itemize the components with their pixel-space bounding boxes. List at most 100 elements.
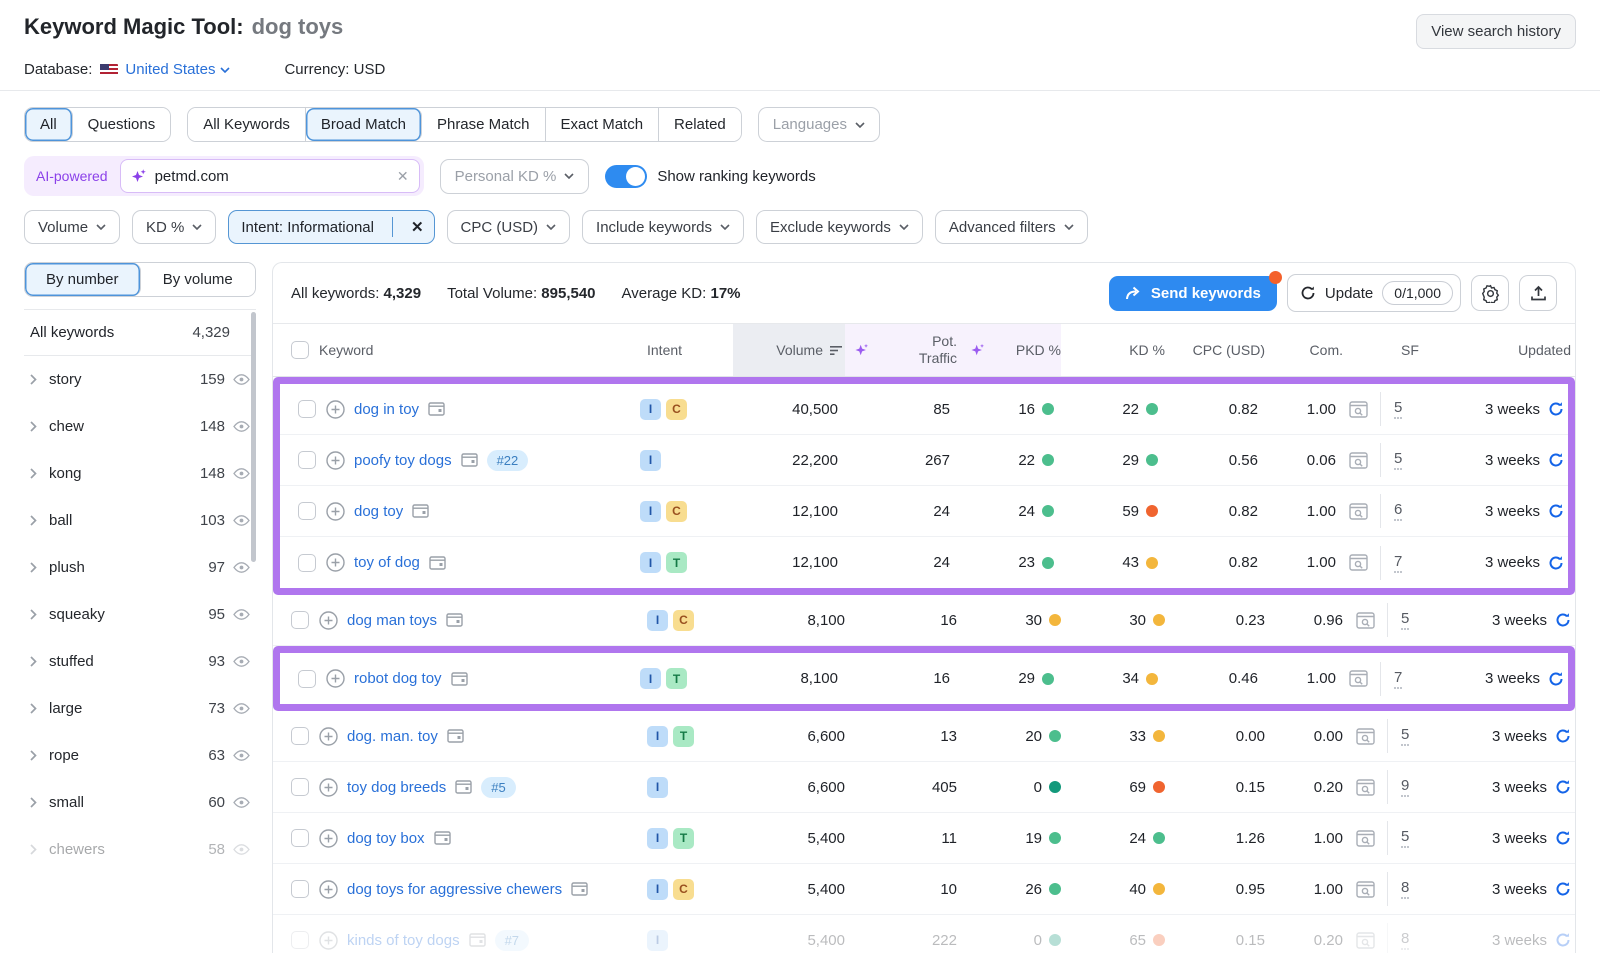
column-keyword[interactable]: Keyword — [319, 324, 647, 376]
sidebar-group-story[interactable]: story159 — [24, 356, 256, 403]
filter-kd[interactable]: KD % — [132, 210, 216, 244]
column-intent[interactable]: Intent — [647, 324, 733, 376]
remove-filter-icon[interactable]: ✕ — [401, 218, 434, 236]
sidebar-group-ball[interactable]: ball103 — [24, 497, 256, 544]
add-keyword-icon[interactable] — [326, 400, 345, 419]
select-all-checkbox[interactable] — [291, 341, 309, 359]
sidebar-group-kong[interactable]: kong148 — [24, 450, 256, 497]
row-checkbox[interactable] — [291, 829, 309, 847]
column-pot-traffic[interactable]: Pot. Traffic — [845, 324, 957, 376]
serp-preview-icon[interactable] — [1349, 401, 1368, 418]
keyword-overview-icon[interactable] — [412, 504, 429, 518]
filter-include-keywords[interactable]: Include keywords — [582, 210, 744, 244]
sf-count-link[interactable]: 5 — [1401, 828, 1409, 848]
sidebar-group-plush[interactable]: plush97 — [24, 544, 256, 591]
eye-icon[interactable] — [233, 797, 250, 808]
eye-icon[interactable] — [233, 562, 250, 573]
sf-count-link[interactable]: 6 — [1394, 501, 1402, 521]
export-button[interactable] — [1519, 275, 1557, 311]
add-keyword-icon[interactable] — [319, 880, 338, 899]
keyword-link[interactable]: dog in toy — [354, 401, 419, 418]
keyword-overview-icon[interactable] — [461, 453, 478, 467]
languages-dropdown[interactable]: Languages — [758, 107, 880, 142]
refresh-metrics-icon[interactable] — [1555, 830, 1571, 846]
keyword-link[interactable]: toy dog breeds — [347, 779, 446, 796]
row-checkbox[interactable] — [298, 451, 316, 469]
sf-count-link[interactable]: 5 — [1394, 399, 1402, 419]
refresh-metrics-icon[interactable] — [1548, 503, 1564, 519]
sidebar-group-small[interactable]: small60 — [24, 779, 256, 826]
refresh-metrics-icon[interactable] — [1555, 779, 1571, 795]
keyword-link[interactable]: dog. man. toy — [347, 728, 438, 745]
eye-icon[interactable] — [233, 374, 250, 385]
row-checkbox[interactable] — [291, 880, 309, 898]
sidebar-scrollbar-thumb[interactable] — [251, 312, 256, 562]
sf-count-link[interactable]: 7 — [1394, 553, 1402, 573]
tab-questions[interactable]: Questions — [73, 108, 171, 141]
keyword-overview-icon[interactable] — [429, 556, 446, 570]
view-search-history-button[interactable]: View search history — [1416, 14, 1576, 49]
all-keywords-group[interactable]: All keywords 4,329 — [24, 310, 256, 356]
sf-count-link[interactable]: 8 — [1401, 930, 1409, 950]
keyword-link[interactable]: kinds of toy dogs — [347, 932, 460, 949]
sidebar-tab-by-volume[interactable]: By volume — [141, 263, 256, 296]
row-checkbox[interactable] — [291, 727, 309, 745]
add-keyword-icon[interactable] — [326, 502, 345, 521]
sidebar-tab-by-number[interactable]: By number — [25, 263, 141, 296]
domain-input[interactable]: petmd.com ✕ — [120, 159, 420, 193]
add-keyword-icon[interactable] — [326, 451, 345, 470]
refresh-metrics-icon[interactable] — [1555, 612, 1571, 628]
sidebar-group-chew[interactable]: chew148 — [24, 403, 256, 450]
add-keyword-icon[interactable] — [319, 829, 338, 848]
serp-preview-icon[interactable] — [1356, 728, 1375, 745]
keyword-overview-icon[interactable] — [571, 882, 588, 896]
filter-advanced-filters[interactable]: Advanced filters — [935, 210, 1088, 244]
row-checkbox[interactable] — [291, 611, 309, 629]
clear-input-icon[interactable]: ✕ — [397, 168, 409, 185]
show-ranking-keywords-toggle[interactable] — [605, 165, 647, 188]
serp-preview-icon[interactable] — [1356, 881, 1375, 898]
serp-preview-icon[interactable] — [1356, 612, 1375, 629]
sf-count-link[interactable]: 5 — [1394, 450, 1402, 470]
column-cpc[interactable]: CPC (USD) — [1165, 324, 1265, 376]
column-volume[interactable]: Volume — [733, 324, 845, 376]
keyword-link[interactable]: dog toys for aggressive chewers — [347, 881, 562, 898]
tab-phrase-match[interactable]: Phrase Match — [422, 108, 546, 141]
add-keyword-icon[interactable] — [319, 778, 338, 797]
refresh-metrics-icon[interactable] — [1555, 728, 1571, 744]
row-checkbox[interactable] — [291, 931, 309, 949]
filter-cpc-usd[interactable]: CPC (USD) — [447, 210, 571, 244]
row-checkbox[interactable] — [298, 670, 316, 688]
sf-count-link[interactable]: 8 — [1401, 879, 1409, 899]
serp-preview-icon[interactable] — [1356, 932, 1375, 949]
keyword-overview-icon[interactable] — [446, 613, 463, 627]
eye-icon[interactable] — [233, 750, 250, 761]
sidebar-group-chewers[interactable]: chewers58 — [24, 826, 256, 873]
eye-icon[interactable] — [233, 515, 250, 526]
refresh-metrics-icon[interactable] — [1548, 555, 1564, 571]
row-checkbox[interactable] — [298, 400, 316, 418]
settings-button[interactable] — [1471, 275, 1509, 311]
row-checkbox[interactable] — [298, 502, 316, 520]
refresh-metrics-icon[interactable] — [1548, 452, 1564, 468]
update-button[interactable]: Update 0/1,000 — [1287, 274, 1461, 312]
filter-intent-informational[interactable]: Intent: Informational✕ — [228, 210, 434, 244]
keyword-link[interactable]: robot dog toy — [354, 670, 442, 687]
keyword-link[interactable]: dog man toys — [347, 612, 437, 629]
sf-count-link[interactable]: 5 — [1401, 610, 1409, 630]
refresh-metrics-icon[interactable] — [1555, 932, 1571, 948]
keyword-link[interactable]: poofy toy dogs — [354, 452, 452, 469]
eye-icon[interactable] — [233, 844, 250, 855]
eye-icon[interactable] — [233, 468, 250, 479]
serp-preview-icon[interactable] — [1349, 554, 1368, 571]
tab-all-keywords[interactable]: All Keywords — [188, 108, 306, 141]
eye-icon[interactable] — [233, 421, 250, 432]
eye-icon[interactable] — [233, 703, 250, 714]
eye-icon[interactable] — [233, 609, 250, 620]
keyword-overview-icon[interactable] — [434, 831, 451, 845]
refresh-metrics-icon[interactable] — [1548, 671, 1564, 687]
serp-preview-icon[interactable] — [1349, 452, 1368, 469]
column-pkd[interactable]: PKD % — [957, 324, 1061, 376]
column-kd[interactable]: KD % — [1061, 324, 1165, 376]
add-keyword-icon[interactable] — [326, 553, 345, 572]
